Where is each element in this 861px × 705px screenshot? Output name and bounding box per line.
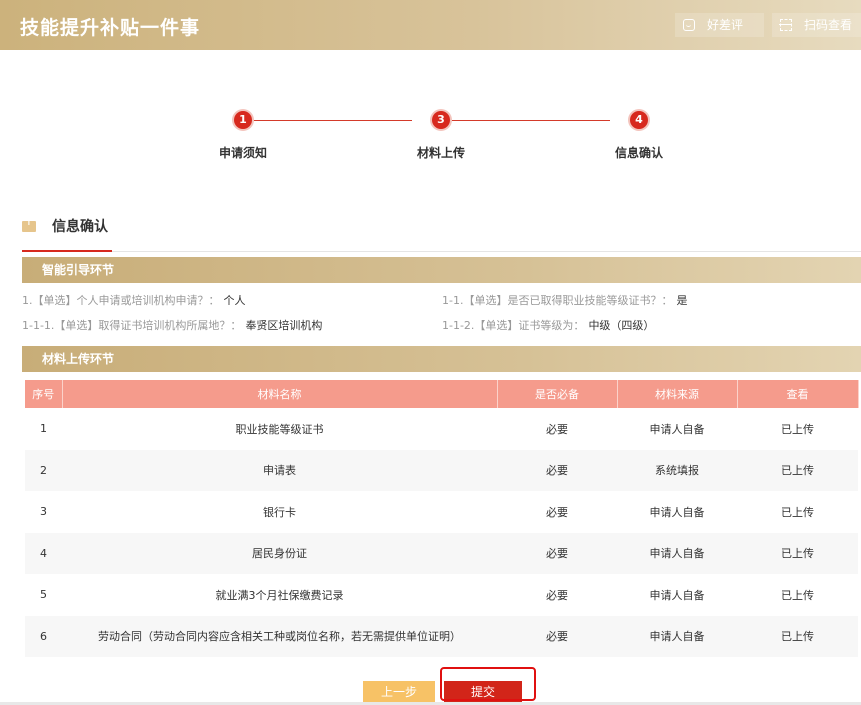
section-title: 信息确认 [52, 219, 108, 235]
table-row: 6 劳动合同（劳动合同内容应含相关工种或岗位名称，若无需提供单位证明） 必要 申… [25, 615, 858, 657]
row-index: 5 [40, 588, 47, 602]
upload-status[interactable]: 已上传 [737, 615, 858, 657]
row-index: 1 [40, 422, 47, 436]
column-header: 查看 [737, 380, 859, 408]
guide-item: 1-1.【单选】是否已取得职业技能等级证书？：是 [442, 292, 687, 308]
scan-label: 扫码查看 [804, 18, 853, 32]
upload-status[interactable]: 已上传 [737, 449, 858, 491]
material-source: 申请人自备 [649, 588, 705, 602]
guide-item: 1-1-2.【单选】证书等级为： 中级（四级） [442, 317, 654, 333]
guide-answer: 个人 [223, 294, 246, 307]
required-flag: 必要 [497, 615, 617, 657]
step-connector [452, 120, 610, 121]
required-flag: 必要 [546, 505, 568, 519]
step-connector [254, 120, 412, 121]
column-header: 是否必备 [497, 380, 618, 408]
column-header: 材料名称 [62, 380, 498, 408]
column-header: 序号 [25, 380, 63, 408]
step-3-label: 信息确认 [614, 146, 664, 160]
app-header: 技能提升补贴一件事 好差评 扫码查看 [0, 0, 861, 50]
guide-section-band: 智能引导环节 [22, 257, 861, 283]
upload-status[interactable]: 已上传 [737, 408, 858, 450]
upload-status[interactable]: 已上传 [737, 491, 858, 533]
required-flag: 必要 [546, 588, 568, 602]
divider [22, 251, 861, 252]
guide-question: 1-1-2.【单选】证书等级为： [442, 319, 585, 332]
material-name: 劳动合同（劳动合同内容应含相关工种或岗位名称，若无需提供单位证明） [62, 615, 497, 657]
table-row: 4 居民身份证 必要 申请人自备 已上传 [25, 532, 858, 574]
guide-question: 1.【单选】个人申请或培训机构申请？： [22, 294, 220, 307]
review-label: 好差评 [707, 18, 744, 32]
section-heading: 信息确认 [22, 216, 108, 236]
material-source: 申请人自备 [617, 532, 737, 574]
required-flag: 必要 [497, 532, 617, 574]
page-title: 技能提升补贴一件事 [20, 17, 201, 39]
section-underline [22, 250, 112, 252]
guide-item: 1.【单选】个人申请或培训机构申请？： 个人 [22, 292, 246, 308]
step-2-label: 材料上传 [416, 146, 466, 160]
scan-button[interactable]: 扫码查看 [772, 13, 861, 37]
review-button[interactable]: 好差评 [675, 13, 764, 37]
table-row: 2 申请表 必要 系统填报 已上传 [25, 449, 858, 491]
required-flag: 必要 [546, 422, 568, 436]
step-3-dot: 4 [630, 111, 648, 129]
guide-question: 1-1.【单选】是否已取得职业技能等级证书？： [442, 294, 673, 307]
step-2-dot: 3 [432, 111, 450, 129]
row-index: 2 [25, 449, 62, 491]
material-name: 居民身份证 [62, 532, 497, 574]
materials-section-band: 材料上传环节 [22, 346, 861, 372]
material-source: 申请人自备 [649, 505, 705, 519]
material-name: 就业满3个月社保缴费记录 [215, 588, 344, 602]
table-row: 3 银行卡 必要 申请人自备 已上传 [25, 491, 858, 533]
folder-upload-icon [22, 218, 36, 232]
upload-status[interactable]: 已上传 [737, 532, 858, 574]
guide-question: 1-1-1.【单选】取得证书培训机构所属地？： [22, 319, 242, 332]
table-row: 5 就业满3个月社保缴费记录 必要 申请人自备 已上传 [25, 574, 858, 616]
material-source: 申请人自备 [617, 615, 737, 657]
step-1-label: 申请须知 [218, 146, 268, 160]
previous-step-button[interactable]: 上一步 [363, 681, 435, 703]
guide-answer: 奉贤区培训机构 [245, 319, 323, 332]
progress-steps: 1 3 4 申请须知 材料上传 信息确认 [0, 108, 861, 168]
table-row: 1 职业技能等级证书 必要 申请人自备 已上传 [25, 408, 858, 450]
review-icon [683, 19, 695, 31]
qr-scan-icon [779, 19, 792, 31]
upload-status[interactable]: 已上传 [737, 574, 858, 616]
column-header: 材料来源 [617, 380, 738, 408]
material-source: 申请人自备 [649, 422, 705, 436]
material-name: 职业技能等级证书 [235, 422, 324, 436]
row-index: 4 [25, 532, 62, 574]
material-source: 系统填报 [617, 449, 737, 491]
guide-item: 1-1-1.【单选】取得证书培训机构所属地？： 奉贤区培训机构 [22, 317, 322, 333]
guide-answer: 是 [676, 294, 688, 307]
required-flag: 必要 [497, 449, 617, 491]
material-name: 申请表 [62, 449, 497, 491]
step-1-dot: 1 [234, 111, 252, 129]
material-name: 银行卡 [263, 505, 296, 519]
materials-table: 序号 材料名称 是否必备 材料来源 查看 1 职业技能等级证书 必要 申请人自备… [25, 380, 859, 657]
guide-answer: 中级（四级） [588, 319, 655, 332]
row-index: 3 [40, 505, 47, 519]
row-index: 6 [25, 615, 62, 657]
submit-button[interactable]: 提交 [444, 681, 522, 703]
table-header-row: 序号 材料名称 是否必备 材料来源 查看 [25, 380, 859, 408]
